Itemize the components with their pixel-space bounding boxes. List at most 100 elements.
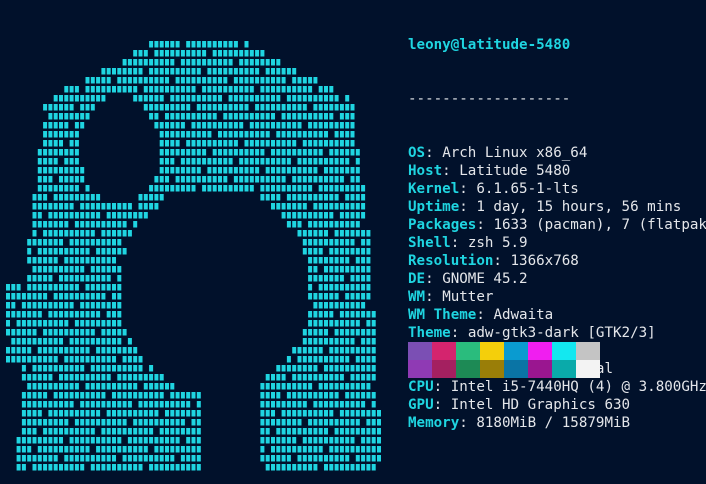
ascii-cell [249,185,254,192]
ascii-cell [196,104,201,111]
ascii-cell [59,149,63,156]
ascii-cell [292,77,297,84]
title-separator: ------------------- [408,91,571,107]
ascii-cell [345,320,350,327]
ascii-cell [339,230,344,237]
ascii-cell [260,446,265,453]
ascii-cell [308,140,313,147]
ascii-cell [313,122,318,129]
ascii-cell [138,203,143,210]
ascii-cell [265,383,270,390]
ascii-cell [21,401,26,408]
ascii-cell [281,203,286,210]
ascii-cell [361,392,366,399]
ascii-cell [350,428,355,435]
ascii-cell [345,392,350,399]
ascii-cell [286,167,291,174]
ascii-cell [329,122,334,129]
palette-swatch [504,360,528,378]
ascii-cell [345,428,350,435]
ascii-cell [313,356,318,363]
ascii-cell [69,257,74,264]
info-row-os: OS: Arch Linux x86_64 [408,144,706,162]
ascii-cell [149,113,154,120]
ascii-cell [32,320,37,327]
ascii-cell [27,302,32,309]
ascii-cell [159,86,164,93]
ascii-cell [64,311,69,318]
ascii-cell [43,203,48,210]
ascii-cell [345,410,350,417]
ascii-cell [175,140,180,147]
ascii-cell [165,50,169,57]
info-value: 8180MiB / 15879MiB [476,415,631,431]
ascii-cell [27,419,32,426]
ascii-cell [90,329,95,336]
ascii-cell [286,104,291,111]
ascii-cell [292,167,297,174]
ascii-cell [48,320,53,327]
ascii-cell [302,104,307,111]
ascii-cell [43,284,48,291]
ascii-cell [366,284,371,291]
ascii-cell [297,176,302,183]
ascii-cell [334,455,339,462]
info-value: 1366x768 [510,253,579,269]
ascii-cell [48,329,53,336]
ascii-cell [122,329,127,336]
ascii-cell [101,239,106,246]
ascii-cell [196,41,201,48]
ascii-cell [159,428,164,435]
ascii-cell [21,356,26,363]
ascii-cell [345,158,350,165]
ascii-cell [96,248,101,255]
ascii-cell [329,374,334,381]
ascii-cell [43,356,48,363]
ascii-cell [53,302,58,309]
ascii-cell [117,401,122,408]
info-row-shell: Shell: zsh 5.9 [408,234,706,252]
ascii-cell [149,194,154,201]
ascii-cell [27,311,32,318]
ascii-cell [271,374,275,381]
ascii-cell [90,338,95,345]
ascii-cell [339,410,344,417]
ascii-cell [59,194,63,201]
ascii-cell [149,383,154,390]
ascii-cell [43,104,48,111]
ascii-cell [37,275,42,282]
ascii-cell [297,194,302,201]
ascii-cell [59,311,63,318]
ascii-cell [228,86,233,93]
ascii-cell [59,140,63,147]
ascii-cell [345,401,350,408]
ascii-cell [297,464,302,471]
ascii-cell [170,455,175,462]
ascii-cell [313,194,318,201]
ascii-cell [6,356,10,363]
ascii-cell [165,149,169,156]
ascii-cell [339,248,344,255]
ascii-cell [43,185,48,192]
ascii-cell [308,365,313,372]
ascii-cell [80,455,85,462]
ascii-cell [122,410,127,417]
ascii-cell [355,455,360,462]
ascii-cell [43,437,48,444]
ascii-cell [244,176,249,183]
ascii-cell [329,140,334,147]
ascii-cell [90,437,95,444]
ascii-cell [239,113,244,120]
ascii-cell [37,167,42,174]
ascii-cell [286,113,291,120]
ascii-cell [85,347,90,354]
ascii-cell [371,311,376,318]
ascii-cell [271,158,275,165]
ascii-cell [318,122,323,129]
ascii-cell [345,284,350,291]
ascii-cell [366,374,371,381]
ascii-cell [69,446,74,453]
ascii-cell [329,176,334,183]
ascii-cell [286,419,291,426]
ascii-cell [122,347,127,354]
